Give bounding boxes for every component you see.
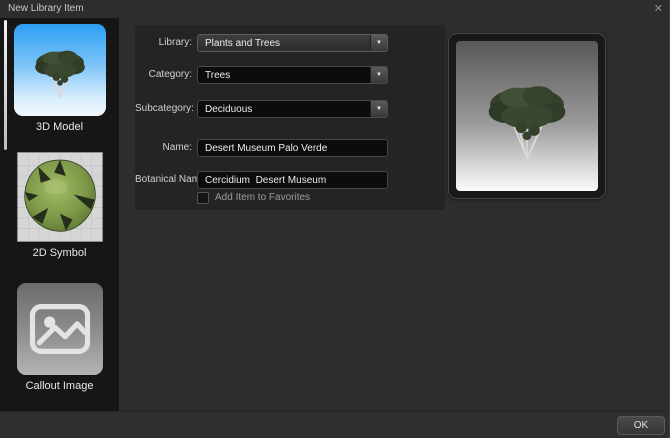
sidebar-item-3d-model[interactable]: 3D Model <box>0 24 119 133</box>
plant-symbol-icon <box>17 155 102 239</box>
botanical-name-input[interactable] <box>197 171 388 189</box>
name-label: Name: <box>162 142 192 153</box>
subcategory-label: Subcategory: <box>135 103 194 114</box>
favorites-label: Add Item to Favorites <box>215 192 311 203</box>
close-icon[interactable]: ✕ <box>654 2 663 16</box>
category-value: Trees <box>198 67 370 83</box>
3d-model-thumbnail <box>13 24 106 116</box>
callout-image-thumbnail <box>16 283 103 375</box>
form-panel: Library: Plants and Trees ▼ Category: Tr… <box>135 25 445 210</box>
botanical-name-label: Botanical Name: <box>135 174 209 185</box>
dialog-title: New Library Item <box>8 3 84 14</box>
tree-preview-image <box>456 41 598 191</box>
chevron-down-icon[interactable]: ▼ <box>370 101 387 117</box>
library-value: Plants and Trees <box>198 35 370 51</box>
category-row: Category: Trees ▼ <box>135 66 445 84</box>
chevron-down-icon[interactable]: ▼ <box>370 67 387 83</box>
category-label: Category: <box>148 69 192 80</box>
ok-button[interactable]: OK <box>617 416 665 435</box>
titlebar: New Library Item ✕ <box>0 0 669 18</box>
sidebar-item-callout-image[interactable]: Callout Image <box>0 283 119 392</box>
image-placeholder-icon <box>29 304 90 354</box>
footer-bar: OK <box>0 411 669 438</box>
sidebar-item-label: Callout Image <box>25 380 94 392</box>
chevron-down-icon[interactable]: ▼ <box>370 35 387 51</box>
favorites-row: Add Item to Favorites <box>197 191 310 204</box>
library-label: Library: <box>158 37 192 48</box>
tree-preview-icon <box>488 86 566 159</box>
subcategory-value: Deciduous <box>198 101 370 117</box>
sidebar-item-label: 3D Model <box>35 121 84 133</box>
subcategory-dropdown[interactable]: Deciduous ▼ <box>197 100 388 118</box>
2d-symbol-thumbnail <box>16 152 103 242</box>
name-input[interactable] <box>197 139 388 157</box>
library-row: Library: Plants and Trees ▼ <box>135 34 445 52</box>
sidebar-item-2d-symbol[interactable]: 2D Symbol <box>0 152 119 259</box>
sidebar: 3D Model 2D Symbol Callout Image <box>0 18 119 411</box>
tree-3d-icon <box>34 50 85 98</box>
preview-frame <box>448 33 606 199</box>
name-row: Name: <box>135 139 445 157</box>
botanical-name-row: Botanical Name: <box>135 171 445 189</box>
subcategory-row: Subcategory: Deciduous ▼ <box>135 100 445 118</box>
favorites-checkbox[interactable] <box>197 191 209 204</box>
sidebar-item-label: 2D Symbol <box>32 247 87 259</box>
library-dropdown[interactable]: Plants and Trees ▼ <box>197 34 388 52</box>
new-library-item-dialog: New Library Item ✕ 3D Model 2D Symbol Ca… <box>0 0 670 438</box>
category-dropdown[interactable]: Trees ▼ <box>197 66 388 84</box>
